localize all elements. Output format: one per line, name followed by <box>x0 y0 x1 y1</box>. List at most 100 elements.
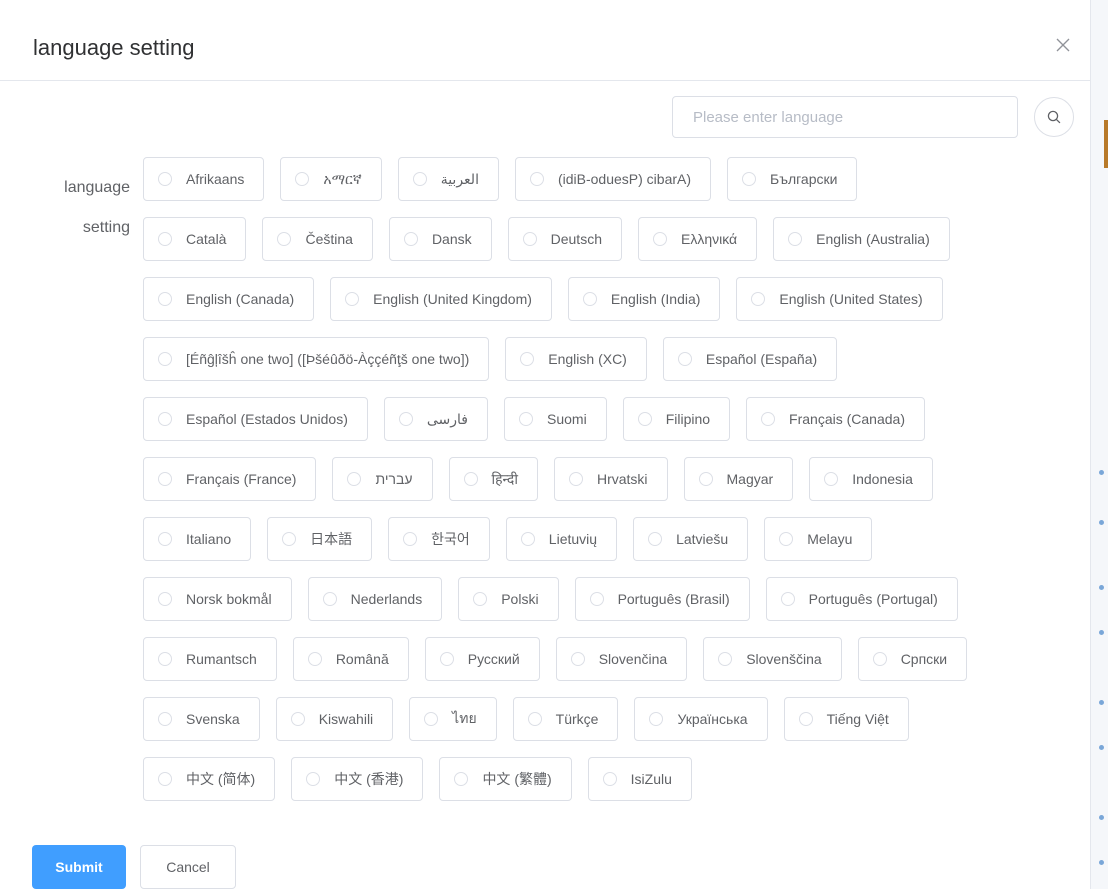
language-option-label: አማርኛ <box>323 170 362 187</box>
language-radio-option[interactable]: Русский <box>424 637 540 681</box>
radio-circle-icon <box>158 232 172 246</box>
language-radio-option[interactable]: עברית <box>332 457 433 501</box>
language-option-label: Afrikaans <box>186 171 245 187</box>
language-radio-option[interactable]: Čeština <box>262 217 373 261</box>
language-radio-option[interactable]: Suomi <box>504 397 607 441</box>
language-radio-option[interactable]: 中文 (简体) <box>143 757 276 801</box>
search-button[interactable] <box>1034 97 1074 137</box>
language-radio-option[interactable]: Slovenčina <box>555 637 688 681</box>
language-radio-option[interactable]: English (XC) <box>505 337 647 381</box>
radio-circle-icon <box>158 352 172 366</box>
language-radio-option[interactable]: Polski <box>458 577 559 621</box>
language-radio-option[interactable]: Dansk <box>388 217 492 261</box>
language-radio-option[interactable]: Български <box>727 157 858 201</box>
language-radio-option[interactable]: Hrvatski <box>553 457 668 501</box>
radio-circle-icon <box>652 232 667 246</box>
language-radio-option[interactable]: Magyar <box>683 457 794 501</box>
radio-circle-icon <box>463 472 478 486</box>
language-option-label: English (Australia) <box>816 231 930 247</box>
language-radio-option[interactable]: Afrikaans <box>143 157 265 201</box>
language-radio-option[interactable]: Español (Estados Unidos) <box>143 397 368 441</box>
language-radio-option[interactable]: Português (Brasil) <box>574 577 750 621</box>
language-radio-option[interactable]: Ελληνικά <box>637 217 758 261</box>
language-radio-option[interactable]: Kiswahili <box>275 697 394 741</box>
language-radio-option[interactable]: Lietuvių <box>505 517 618 561</box>
radio-circle-icon <box>788 232 803 246</box>
language-search-input[interactable] <box>672 96 1018 138</box>
language-radio-option[interactable]: فارسی <box>383 397 488 441</box>
radio-circle-icon <box>424 712 439 726</box>
language-option-label: Melayu <box>807 531 853 547</box>
language-radio-option[interactable]: English (India) <box>567 277 721 321</box>
radio-circle-icon <box>454 772 469 786</box>
language-radio-option[interactable]: Svenska <box>143 697 260 741</box>
language-radio-option[interactable]: Italiano <box>143 517 252 561</box>
language-radio-option[interactable]: Français (Canada) <box>746 397 925 441</box>
submit-button[interactable]: Submit <box>32 845 126 889</box>
language-option-label: Polski <box>501 591 539 607</box>
radio-circle-icon <box>277 232 292 246</box>
language-radio-option[interactable]: [Éñĝļîšĥ one two] ([Þšéûðö-Àççéñţš one t… <box>143 337 490 381</box>
language-radio-option[interactable]: Nederlands <box>307 577 443 621</box>
language-radio-option[interactable]: Română <box>292 637 409 681</box>
radio-circle-icon <box>520 352 535 366</box>
close-button[interactable] <box>1052 34 1074 56</box>
language-radio-option[interactable]: Latviešu <box>633 517 749 561</box>
language-radio-option[interactable]: 한국어 <box>388 517 490 561</box>
language-radio-option[interactable]: English (United Kingdom) <box>330 277 552 321</box>
language-option-label: Српски <box>900 651 948 667</box>
language-radio-option[interactable]: IsiZulu <box>587 757 692 801</box>
language-option-label: Kiswahili <box>318 711 374 727</box>
radio-circle-icon <box>798 712 813 726</box>
language-radio-option[interactable]: Српски <box>857 637 968 681</box>
language-radio-option[interactable]: 中文 (香港) <box>291 757 424 801</box>
radio-circle-icon <box>698 472 713 486</box>
language-radio-option[interactable]: Français (France) <box>143 457 317 501</box>
language-radio-option[interactable]: Slovenščina <box>703 637 842 681</box>
radio-circle-icon <box>290 712 305 726</box>
backdrop-dot <box>1099 585 1104 590</box>
radio-circle-icon <box>158 172 172 186</box>
language-radio-option[interactable]: Español (España) <box>662 337 838 381</box>
language-radio-option[interactable]: Українська <box>634 697 768 741</box>
language-radio-group: Afrikaans አማርኛ العربية (idiB-oduesP) cibarA… <box>143 157 1063 817</box>
language-radio-option[interactable]: Türkçe <box>512 697 619 741</box>
language-radio-option[interactable]: Filipino <box>622 397 731 441</box>
language-option-label: Italiano <box>186 531 232 547</box>
language-radio-option[interactable]: Português (Portugal) <box>765 577 958 621</box>
language-radio-option[interactable]: አማርኛ <box>280 157 382 201</box>
radio-circle-icon <box>158 712 172 726</box>
language-radio-option[interactable]: 中文 (繁體) <box>439 757 572 801</box>
language-option-label: Українська <box>677 711 748 727</box>
language-option-label: (idiB-oduesP) cibarA) <box>557 171 692 187</box>
language-option-label: Norsk bokmål <box>186 591 272 607</box>
language-radio-option[interactable]: English (United States) <box>736 277 943 321</box>
language-radio-option[interactable]: Indonesia <box>809 457 933 501</box>
language-radio-option[interactable]: English (Australia) <box>773 217 950 261</box>
radio-circle-icon <box>347 472 362 486</box>
language-radio-option[interactable]: हिन्दी <box>448 457 538 501</box>
language-radio-option[interactable]: Norsk bokmål <box>143 577 292 621</box>
language-radio-option[interactable]: Melayu <box>764 517 873 561</box>
radio-circle-icon <box>295 172 310 186</box>
backdrop-page-edge <box>1090 0 1108 889</box>
cancel-button[interactable]: Cancel <box>140 845 236 889</box>
language-option-label: English (XC) <box>548 351 627 367</box>
language-radio-option[interactable]: Rumantsch <box>143 637 277 681</box>
language-radio-option[interactable]: العربية <box>397 157 499 201</box>
radio-circle-icon <box>648 532 663 546</box>
language-radio-option[interactable]: English (Canada) <box>143 277 315 321</box>
language-radio-option[interactable]: Tiếng Việt <box>783 697 909 741</box>
language-field-label: language setting <box>64 179 130 236</box>
language-radio-option[interactable]: ไทย <box>409 697 497 741</box>
language-option-label: 中文 (简体) <box>186 771 256 787</box>
language-option-row: Français (France) עברית हिन्दी Hrvatski Magy… <box>143 457 1063 501</box>
dialog-title: language setting <box>33 35 195 60</box>
radio-circle-icon <box>520 532 535 546</box>
language-radio-option[interactable]: 日本語 <box>267 517 373 561</box>
language-radio-option[interactable]: Deutsch <box>507 217 622 261</box>
language-radio-option[interactable]: Català <box>143 217 247 261</box>
language-radio-option[interactable]: (idiB-oduesP) cibarA) <box>514 157 712 201</box>
radio-circle-icon <box>568 472 583 486</box>
radio-circle-icon <box>582 292 597 306</box>
